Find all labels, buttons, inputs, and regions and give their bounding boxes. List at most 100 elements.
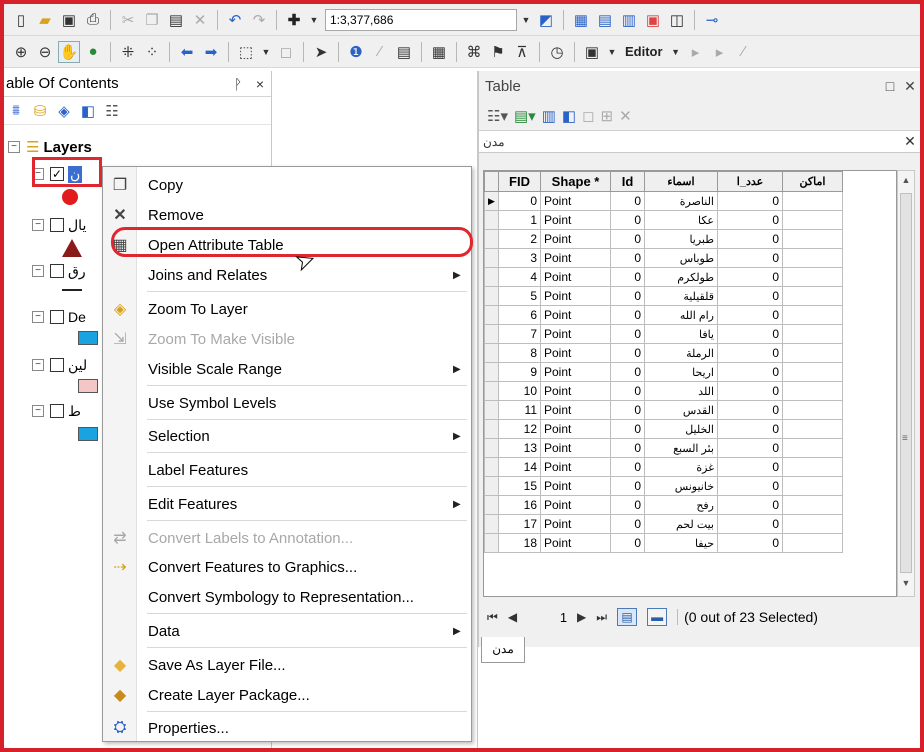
cell-count[interactable]: 0 bbox=[717, 248, 783, 268]
layer-row-cities[interactable]: − ✓ ن bbox=[32, 164, 83, 184]
expand-icon[interactable]: − bbox=[32, 405, 44, 417]
cell-shape[interactable]: Point bbox=[540, 533, 611, 553]
cell-count[interactable]: 0 bbox=[717, 286, 783, 306]
cell-shape[interactable]: Point bbox=[540, 324, 611, 344]
table-row[interactable]: 16 Point 0 رفح 0 bbox=[484, 495, 843, 515]
cell-places[interactable] bbox=[782, 286, 843, 306]
cell-count[interactable]: 0 bbox=[717, 533, 783, 553]
cell-fid[interactable]: 13 bbox=[498, 438, 541, 458]
chevron-down-icon[interactable]: ▼ bbox=[605, 41, 619, 63]
menu-item-convert-features-to-graphics[interactable]: ⇢ Convert Features to Graphics... bbox=[103, 552, 471, 582]
table-row[interactable]: ▶ 0 Point 0 الناصرة 0 bbox=[484, 191, 843, 211]
options-icon[interactable]: ☷ bbox=[102, 102, 122, 120]
cell-places[interactable] bbox=[782, 419, 843, 439]
cell-places[interactable] bbox=[782, 476, 843, 496]
row-selector[interactable] bbox=[484, 514, 499, 534]
edit-annotation-icon[interactable]: ▸ bbox=[709, 41, 731, 63]
cell-fid[interactable]: 6 bbox=[498, 305, 541, 325]
zoom-out-icon[interactable]: ⊖ bbox=[34, 41, 56, 63]
menu-item-selection[interactable]: Selection ▶ bbox=[103, 421, 471, 451]
table-row[interactable]: 4 Point 0 طولكرم 0 bbox=[484, 267, 843, 287]
column-header-names[interactable]: اسماء bbox=[644, 171, 718, 192]
cell-name[interactable]: غزة bbox=[644, 457, 718, 477]
fixed-zoom-out-icon[interactable]: ⁘ bbox=[141, 41, 163, 63]
catalog-icon[interactable]: ▤ bbox=[594, 9, 616, 31]
row-selector[interactable] bbox=[484, 476, 499, 496]
cell-shape[interactable]: Point bbox=[540, 476, 611, 496]
clear-selection-icon[interactable]: ◻ bbox=[275, 41, 297, 63]
cell-fid[interactable]: 11 bbox=[498, 400, 541, 420]
scroll-up-icon[interactable]: ▲ bbox=[898, 175, 914, 191]
new-icon[interactable]: ▯ bbox=[10, 9, 32, 31]
cell-places[interactable] bbox=[782, 438, 843, 458]
cell-name[interactable]: عكا bbox=[644, 210, 718, 230]
list-by-drawing-order-icon[interactable]: ⩩ bbox=[6, 102, 26, 119]
cell-fid[interactable]: 15 bbox=[498, 476, 541, 496]
list-by-source-icon[interactable]: ⛁ bbox=[30, 102, 50, 120]
row-selector[interactable] bbox=[484, 457, 499, 477]
cell-places[interactable] bbox=[782, 457, 843, 477]
previous-record-icon[interactable]: ◀ bbox=[508, 610, 517, 624]
attribute-grid[interactable]: FID Shape * Id اسماء عدد_ا اماكن ▶ 0 Point… bbox=[483, 170, 897, 597]
edit-tool-icon[interactable]: ▸ bbox=[685, 41, 707, 63]
collapse-icon[interactable]: − bbox=[8, 141, 20, 153]
table-tab[interactable]: مدن bbox=[481, 637, 525, 663]
cell-count[interactable]: 0 bbox=[717, 457, 783, 477]
cell-name[interactable]: حيفا bbox=[644, 533, 718, 553]
cell-name[interactable]: قلقيلية bbox=[644, 286, 718, 306]
cut-icon[interactable]: ✂ bbox=[117, 9, 139, 31]
cell-name[interactable]: بيت لحم bbox=[644, 514, 718, 534]
cell-id[interactable]: 0 bbox=[610, 400, 645, 420]
find-icon[interactable]: ▦ bbox=[428, 41, 450, 63]
cell-shape[interactable]: Point bbox=[540, 267, 611, 287]
column-header-shape[interactable]: Shape * bbox=[540, 171, 611, 192]
cell-shape[interactable]: Point bbox=[540, 381, 611, 401]
cell-places[interactable] bbox=[782, 267, 843, 287]
clear-selection-icon[interactable]: ◻ bbox=[582, 107, 594, 125]
cell-fid[interactable]: 9 bbox=[498, 362, 541, 382]
table-row[interactable]: 11 Point 0 القدس 0 bbox=[484, 400, 843, 420]
zoom-to-selected-icon[interactable]: ⊞ bbox=[601, 107, 614, 125]
cell-fid[interactable]: 17 bbox=[498, 514, 541, 534]
delete-selected-icon[interactable]: ✕ bbox=[619, 107, 632, 125]
cell-name[interactable]: الرملة bbox=[644, 343, 718, 363]
cell-places[interactable] bbox=[782, 514, 843, 534]
cell-id[interactable]: 0 bbox=[610, 210, 645, 230]
add-data-icon[interactable]: ✚ bbox=[283, 9, 305, 31]
python-icon[interactable]: ◫ bbox=[666, 9, 688, 31]
cell-name[interactable]: خانيونس bbox=[644, 476, 718, 496]
layer-visibility-checkbox[interactable] bbox=[50, 404, 64, 418]
expand-icon[interactable]: − bbox=[32, 265, 44, 277]
menu-item-joins-and-relates[interactable]: Joins and Relates ▶ bbox=[103, 260, 471, 290]
column-header-id[interactable]: Id bbox=[610, 171, 645, 192]
cell-places[interactable] bbox=[782, 229, 843, 249]
row-selector[interactable] bbox=[484, 305, 499, 325]
cell-count[interactable]: 0 bbox=[717, 362, 783, 382]
cell-fid[interactable]: 18 bbox=[498, 533, 541, 553]
cell-name[interactable]: يافا bbox=[644, 324, 718, 344]
cell-shape[interactable]: Point bbox=[540, 305, 611, 325]
cell-fid[interactable]: 0 bbox=[498, 191, 541, 211]
table-row[interactable]: 9 Point 0 اريحا 0 bbox=[484, 362, 843, 382]
cell-shape[interactable]: Point bbox=[540, 495, 611, 515]
cell-count[interactable]: 0 bbox=[717, 229, 783, 249]
menu-item-zoom-to-layer[interactable]: ◈ Zoom To Layer bbox=[103, 294, 471, 324]
layer-visibility-checkbox[interactable] bbox=[50, 218, 64, 232]
measure-icon[interactable]: ▤ bbox=[393, 41, 415, 63]
menu-item-save-as-layer-file[interactable]: ◆ Save As Layer File... bbox=[103, 650, 471, 680]
arctoolbox-icon[interactable]: ▣ bbox=[642, 9, 664, 31]
show-all-records-icon[interactable]: ▤ bbox=[617, 608, 638, 626]
cell-count[interactable]: 0 bbox=[717, 191, 783, 211]
layer-row-2[interactable]: − يال bbox=[32, 215, 86, 235]
cell-count[interactable]: 0 bbox=[717, 514, 783, 534]
layer-name[interactable]: De bbox=[68, 309, 86, 325]
related-tables-icon[interactable]: ▤▾ bbox=[514, 107, 536, 125]
select-elements-icon[interactable]: ➤ bbox=[310, 41, 332, 63]
editor-menu-button[interactable]: Editor bbox=[621, 44, 667, 59]
copy-icon[interactable]: ❐ bbox=[141, 9, 163, 31]
cell-shape[interactable]: Point bbox=[540, 210, 611, 230]
menu-item-create-layer-package[interactable]: ◆ Create Layer Package... bbox=[103, 680, 471, 710]
cell-shape[interactable]: Point bbox=[540, 191, 611, 211]
time-slider-icon[interactable]: ◷ bbox=[546, 41, 568, 63]
cell-shape[interactable]: Point bbox=[540, 362, 611, 382]
